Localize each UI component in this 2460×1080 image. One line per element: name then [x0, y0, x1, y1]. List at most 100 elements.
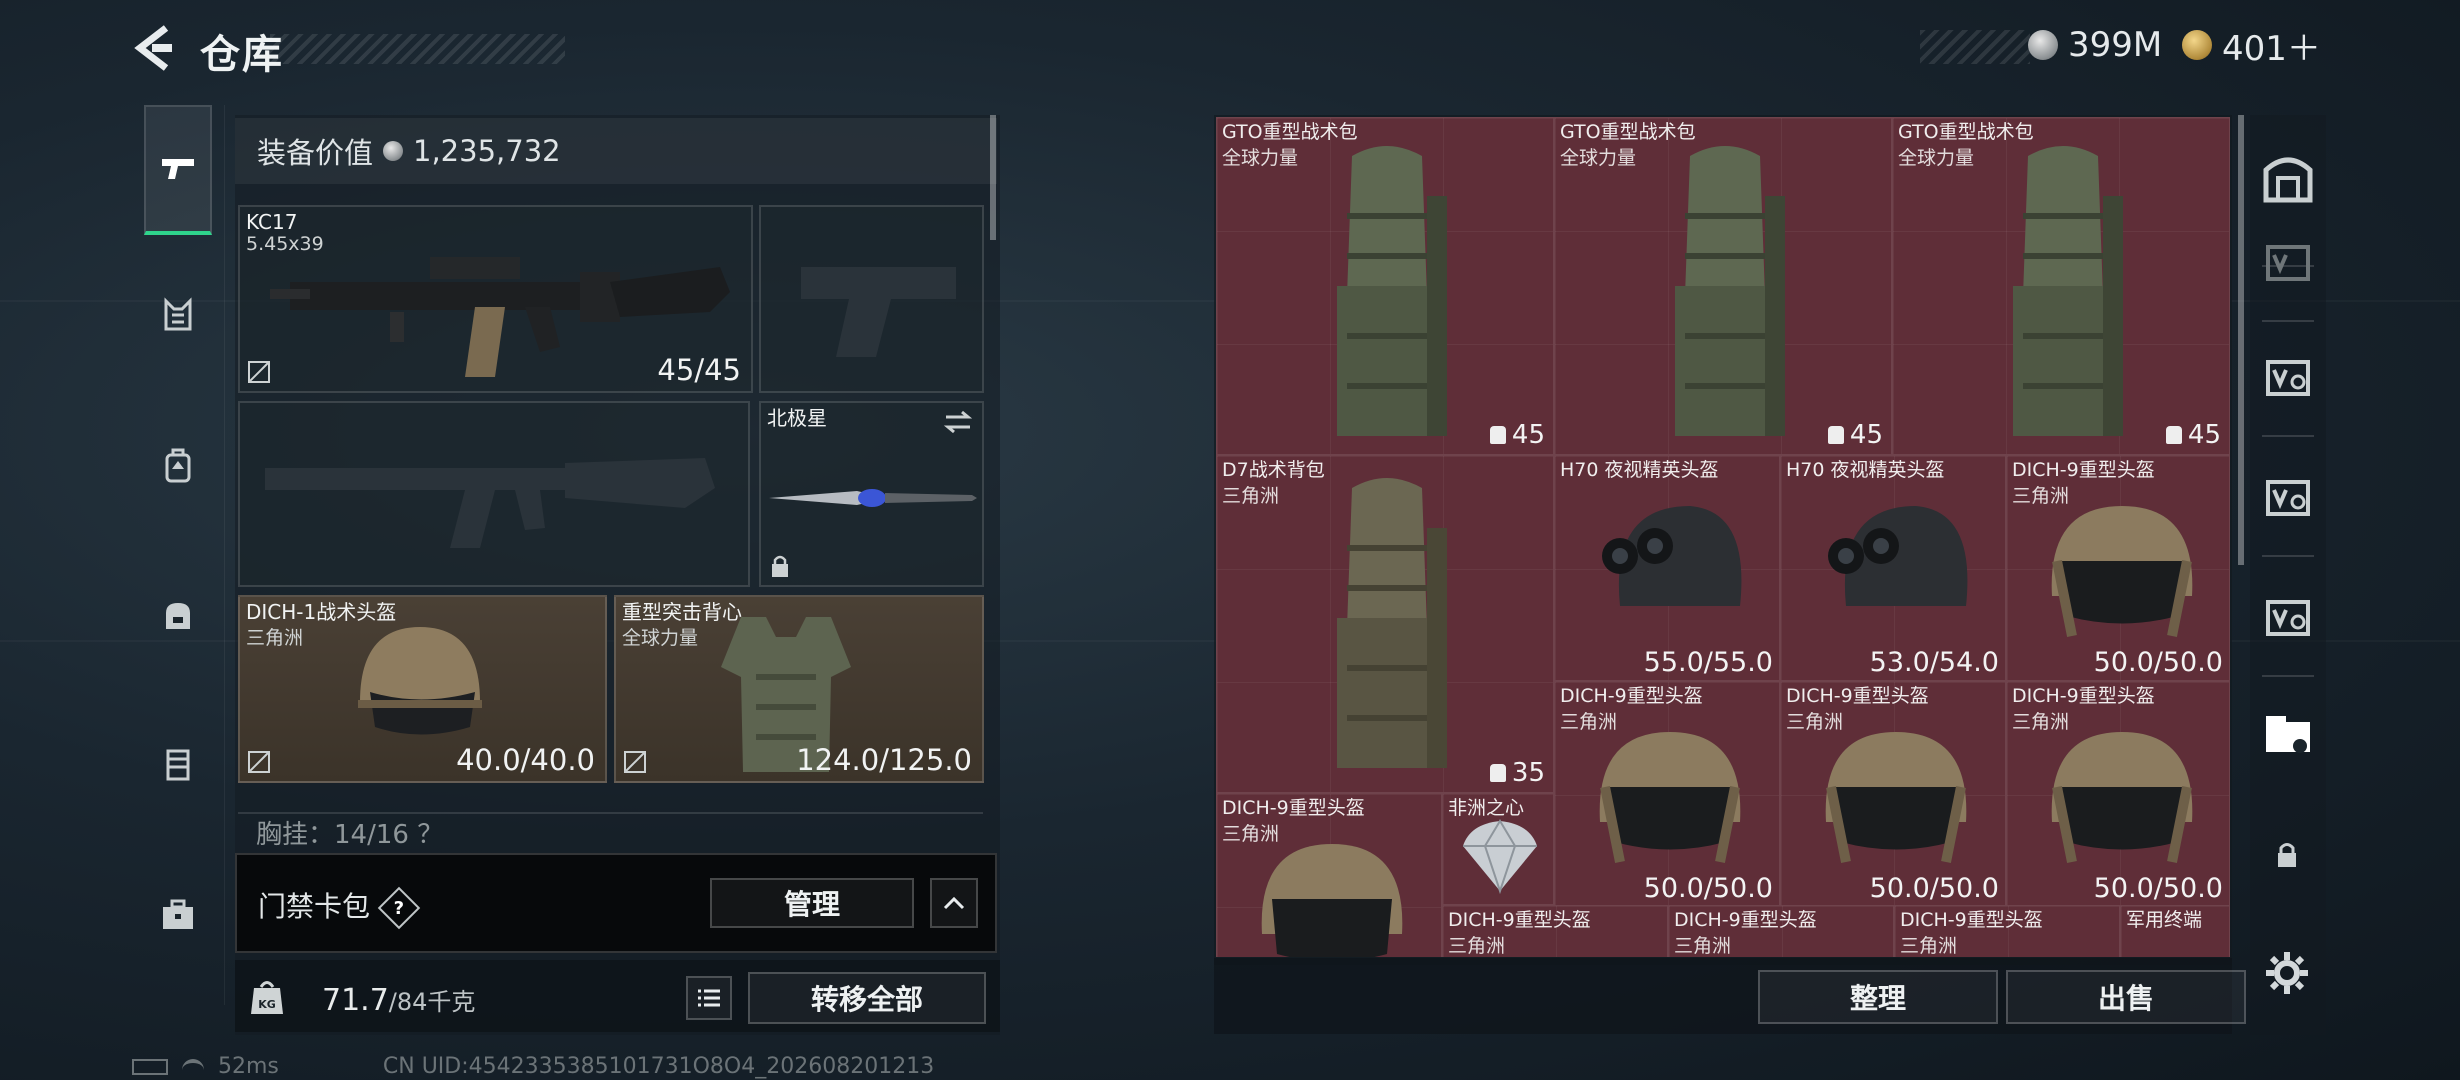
currency-decoration — [1920, 30, 2030, 64]
stash-item[interactable]: D7战术背包 三角洲 35 — [1216, 455, 1554, 793]
item-name: D7战术背包 — [1222, 459, 1325, 481]
tab-chest-rig[interactable] — [144, 250, 212, 380]
item-faction: 三角洲 — [1222, 823, 1280, 845]
stash-item[interactable]: DICH-9重型头盔 三角洲 50.0/50.0 — [2006, 455, 2230, 681]
stash-item[interactable]: GTO重型战术包 全球力量 45 — [1216, 117, 1554, 455]
sort-button[interactable]: 整理 — [1758, 970, 1998, 1024]
user-id: CN UID:4542335385101731O8O4_202608201213 — [382, 1054, 935, 1079]
helmet-slot[interactable]: DICH-1战术头盔 三角洲 40.0/40.0 — [238, 595, 607, 783]
item-faction: 三角洲 — [1786, 711, 1844, 733]
stash-item[interactable]: 军用终端 — [2120, 905, 2230, 957]
collapse-button[interactable] — [930, 878, 978, 928]
stash-box-icon[interactable] — [2260, 590, 2316, 646]
list-icon — [698, 989, 720, 1007]
weight-small-icon — [2165, 426, 2182, 444]
stash-box-icon[interactable] — [2260, 350, 2316, 406]
armor-slot[interactable]: 重型突击背心 全球力量 124.0/125.0 — [614, 595, 984, 783]
lock-icon — [767, 553, 793, 579]
item-faction: 全球力量 — [1560, 147, 1637, 169]
equipment-scrollbar[interactable] — [990, 115, 996, 240]
tab-pouch[interactable] — [144, 550, 212, 680]
item-faction: 三角洲 — [1674, 935, 1732, 957]
keycard-label-text: 门禁卡包 — [258, 890, 371, 923]
settings-gear-icon[interactable] — [2264, 950, 2310, 996]
tab-backpack[interactable] — [144, 400, 212, 530]
transfer-all-button[interactable]: 转移全部 — [748, 972, 986, 1024]
tab-armor[interactable] — [144, 700, 212, 830]
manage-button[interactable]: 管理 — [710, 878, 914, 928]
melee-slot[interactable]: 北极星 — [759, 401, 984, 587]
item-name: H70 夜视精英头盔 — [1786, 459, 1945, 481]
stash-box-icon[interactable] — [2260, 235, 2316, 291]
swap-icon[interactable] — [942, 409, 974, 435]
item-faction: 全球力量 — [1222, 147, 1299, 169]
help-icon[interactable]: ? — [377, 886, 421, 930]
item-durability: 50.0/50.0 — [1869, 873, 1999, 904]
ammo-count: 45/45 — [657, 353, 741, 387]
item-name: H70 夜视精英头盔 — [1560, 459, 1719, 481]
diamond-icon — [1463, 819, 1537, 895]
stash-item[interactable]: DICH-9重型头盔 三角洲 — [1216, 793, 1442, 957]
tab-weapons[interactable] — [144, 105, 212, 235]
primary-weapon-slot[interactable]: KC17 5.45x39 45/45 — [238, 205, 753, 393]
item-name: GTO重型战术包 — [1560, 121, 1696, 143]
ping-value: 52ms — [218, 1054, 279, 1079]
back-button[interactable] — [132, 22, 176, 74]
rifle-placeholder-icon — [265, 458, 715, 548]
backpack-item-icon — [1337, 478, 1447, 768]
armor-durability: 124.0/125.0 — [796, 743, 972, 777]
equipment-value-amount: 1,235,732 — [413, 134, 561, 168]
quantity-value: 45 — [1849, 420, 1883, 450]
gold-currency[interactable]: 401＋ — [2182, 26, 2321, 69]
tab-case[interactable] — [144, 850, 212, 980]
item-durability: 50.0/50.0 — [1643, 873, 1773, 904]
stash-item[interactable]: GTO重型战术包 全球力量 45 — [1554, 117, 1892, 455]
stash-item[interactable]: H70 夜视精英头盔 55.0/55.0 — [1554, 455, 1780, 681]
helmet-faction: 三角洲 — [246, 627, 304, 649]
stash-box-icon[interactable] — [2260, 470, 2316, 526]
item-name: 军用终端 — [2126, 909, 2203, 931]
pistol-slot[interactable] — [759, 205, 984, 393]
melee-name: 北极星 — [767, 406, 827, 430]
stash-scrollbar[interactable] — [2238, 115, 2244, 565]
no-insure-icon — [246, 359, 272, 385]
silver-coin-icon — [2028, 30, 2058, 60]
nvg-helmet-icon — [1602, 506, 1742, 606]
weight-value: 71.7/84千克 — [322, 982, 475, 1018]
knife-icon — [769, 489, 977, 507]
sell-button[interactable]: 出售 — [2006, 970, 2246, 1024]
secondary-weapon-slot[interactable] — [238, 401, 750, 587]
equipment-tabs — [132, 105, 225, 1005]
stash-item[interactable]: H70 夜视精英头盔 53.0/54.0 — [1780, 455, 2006, 681]
nvg-helmet-icon — [1828, 506, 1968, 606]
pistol-placeholder-icon — [801, 267, 956, 357]
silver-amount: 399M — [2068, 25, 2163, 65]
item-quantity: 45 — [1489, 420, 1545, 450]
stash-item[interactable]: DICH-9重型头盔 三角洲 50.0/50.0 — [1780, 681, 2006, 907]
item-durability: 55.0/55.0 — [1643, 647, 1773, 678]
no-insure-icon — [246, 749, 272, 775]
item-durability: 50.0/50.0 — [2093, 873, 2223, 904]
heavy-helmet-icon — [2051, 506, 2193, 637]
warehouse-icon[interactable] — [2260, 150, 2316, 206]
stash-item[interactable]: DICH-9重型头盔 三角洲 — [1442, 905, 1668, 957]
list-view-button[interactable] — [686, 976, 732, 1020]
item-faction: 三角洲 — [2012, 711, 2070, 733]
item-faction: 全球力量 — [1898, 147, 1975, 169]
stash-item[interactable]: 非洲之心 — [1442, 793, 1554, 905]
stash-item[interactable]: DICH-9重型头盔 三角洲 50.0/50.0 — [2006, 681, 2230, 907]
equipment-value-label: 装备价值 — [257, 136, 374, 170]
stash-item[interactable]: DICH-9重型头盔 三角洲 50.0/50.0 — [1554, 681, 1780, 907]
stash-item[interactable]: GTO重型战术包 全球力量 45 — [1892, 117, 2230, 455]
status-bar: 52ms CN UID:4542335385101731O8O4_2026082… — [132, 1054, 934, 1079]
item-quantity: 45 — [2165, 420, 2221, 450]
stash-item[interactable]: DICH-9重型头盔 三角洲 — [1668, 905, 1894, 957]
item-faction: 三角洲 — [1560, 711, 1618, 733]
quantity-value: 35 — [1511, 758, 1545, 788]
chest-rig-capacity: 胸挂：14/16 ？ — [238, 812, 983, 850]
stash-item[interactable]: DICH-9重型头盔 三角洲 — [1894, 905, 2120, 957]
stash-selected-icon[interactable] — [2260, 708, 2316, 764]
keycard-pouch-label: 门禁卡包? — [258, 885, 421, 930]
item-faction: 三角洲 — [1222, 485, 1280, 507]
silver-coin-icon — [383, 141, 404, 161]
